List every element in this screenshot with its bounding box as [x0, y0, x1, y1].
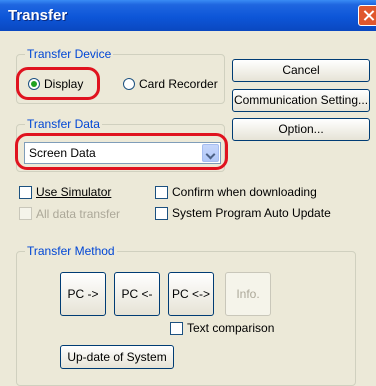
radio-card-recorder-label[interactable]: Card Recorder	[139, 77, 218, 91]
pc-from-button[interactable]: PC <-	[114, 272, 160, 316]
transfer-data-highlight	[15, 133, 228, 170]
option-button[interactable]: Option...	[232, 118, 370, 141]
pc-to-button[interactable]: PC ->	[60, 272, 106, 316]
system-program-auto-update-label[interactable]: System Program Auto Update	[172, 206, 331, 220]
text-comparison-checkbox[interactable]	[170, 322, 183, 335]
info-button: Info.	[225, 272, 271, 316]
display-highlight	[16, 67, 100, 100]
all-data-transfer-label: All data transfer	[36, 207, 121, 221]
transfer-method-legend: Transfer Method	[25, 244, 117, 258]
use-simulator-checkbox[interactable]	[19, 186, 32, 199]
close-icon[interactable]	[358, 5, 376, 26]
system-program-auto-update-checkbox[interactable]	[155, 207, 168, 220]
transfer-data-legend: Transfer Data	[25, 117, 102, 131]
confirm-downloading-checkbox[interactable]	[155, 186, 168, 199]
title-bar[interactable]: Transfer	[0, 0, 376, 31]
all-data-transfer-checkbox	[19, 207, 32, 220]
transfer-device-legend: Transfer Device	[25, 47, 114, 61]
window-title: Transfer	[8, 7, 68, 24]
pc-compare-button[interactable]: PC <->	[168, 272, 214, 316]
text-comparison-label[interactable]: Text comparison	[187, 321, 274, 335]
radio-card-recorder[interactable]	[123, 78, 135, 90]
communication-setting-button[interactable]: Communication Setting...	[232, 89, 370, 112]
update-system-button[interactable]: Up-date of System	[60, 345, 174, 369]
confirm-downloading-label[interactable]: Confirm when downloading	[172, 185, 317, 199]
use-simulator-label[interactable]: Use Simulator	[36, 185, 111, 199]
cancel-button[interactable]: Cancel	[232, 59, 370, 82]
